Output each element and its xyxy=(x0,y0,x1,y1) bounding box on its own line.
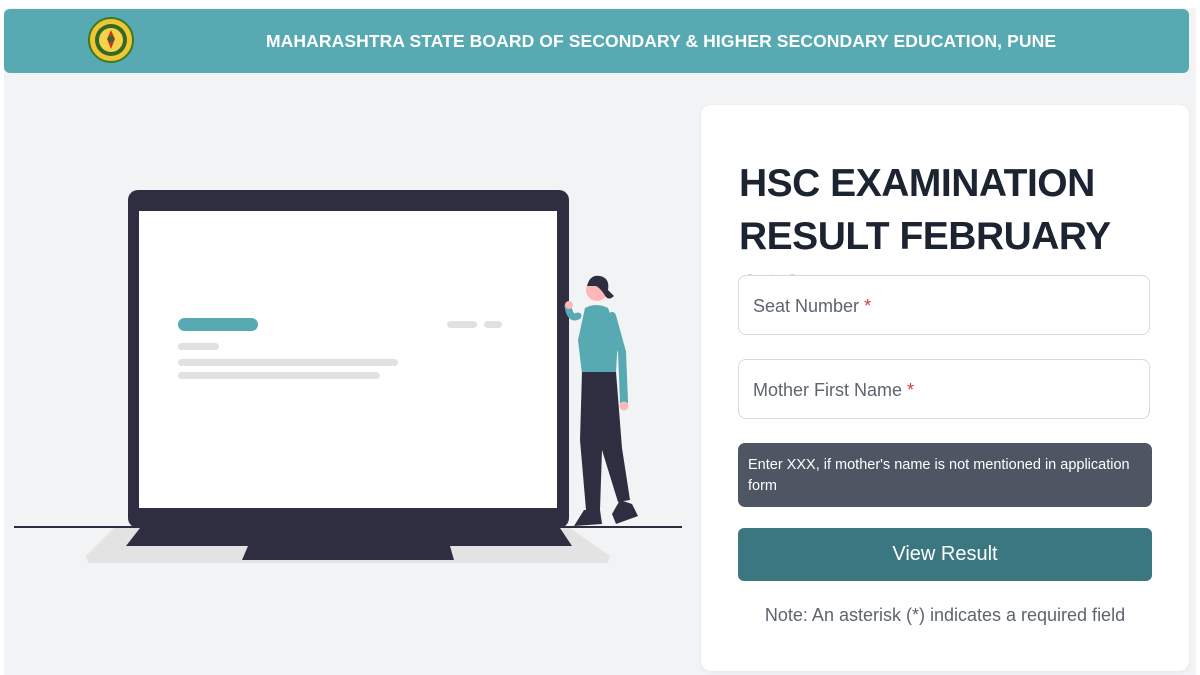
form-title-line-1: HSC EXAMINATION xyxy=(739,162,1095,205)
mother-first-name-field[interactable]: Mother First Name * xyxy=(738,359,1153,420)
laptop-illustration xyxy=(14,190,682,563)
view-result-button[interactable]: View Result xyxy=(738,528,1152,581)
required-field-note: Note: An asterisk (*) indicates a requir… xyxy=(764,605,1126,625)
result-form-card: HSC EXAMINATION RESULT FEBRUARY 2025 Sea… xyxy=(701,105,1189,671)
mother-name-hint: Enter XXX, if mother's name is not menti… xyxy=(738,443,1152,507)
seat-number-field[interactable]: Seat Number * xyxy=(738,275,1153,336)
seat-number-input[interactable] xyxy=(739,276,1153,336)
mother-first-name-input[interactable] xyxy=(739,360,1153,420)
